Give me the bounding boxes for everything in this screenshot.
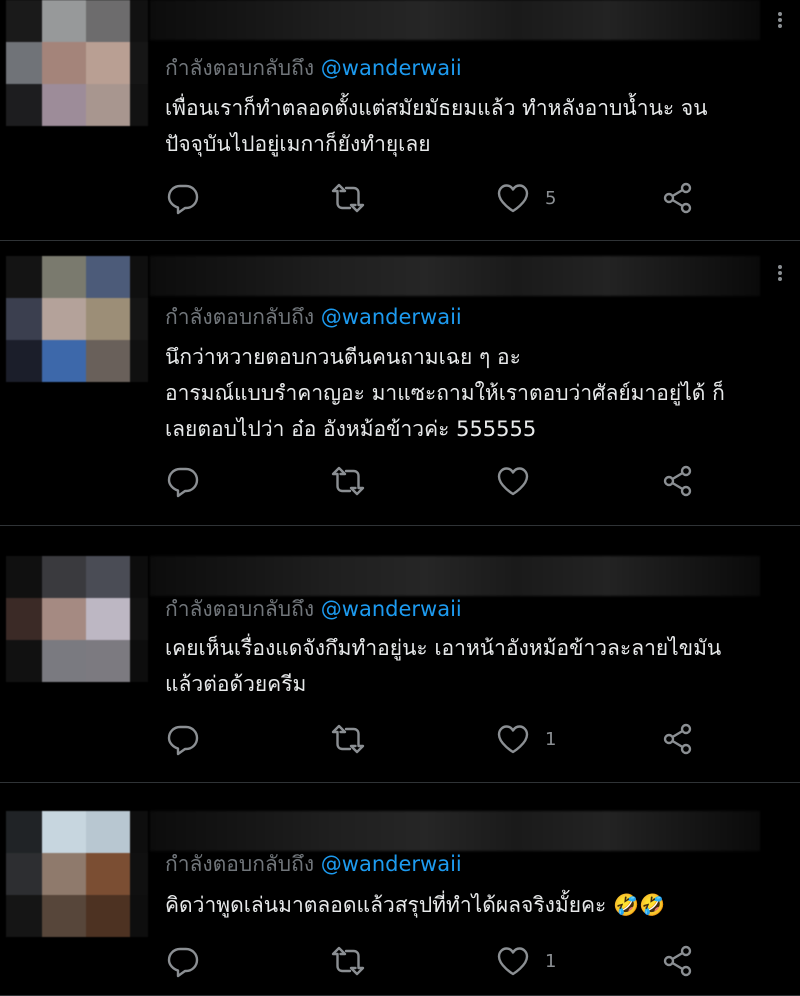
like-count: 5: [545, 187, 557, 209]
tweet-text-line: เคยเห็นเรื่องแดจังกึมทำอยู่นะ เอาหน้าอัง…: [165, 636, 722, 660]
tweet-text: เคยเห็นเรื่องแดจังกึมทำอยู่นะ เอาหน้าอัง…: [165, 630, 800, 702]
retweet-button[interactable]: [330, 463, 366, 499]
reply-button[interactable]: [165, 721, 201, 757]
tweet-text-line: ปัจจุบันไปอยู่เมกาก็ยังทำยุเลย: [165, 132, 431, 156]
author-name-blurred[interactable]: [150, 256, 760, 296]
action-bar: 1: [165, 721, 725, 757]
replying-to: กำลังตอบกลับถึง @wanderwaii: [165, 301, 462, 334]
replying-prefix: กำลังตอบกลับถึง: [165, 597, 315, 621]
like-button[interactable]: 1: [495, 943, 556, 979]
reply-handle-link[interactable]: @wanderwaii: [321, 305, 462, 329]
avatar[interactable]: [6, 811, 148, 937]
share-button[interactable]: [660, 463, 696, 499]
tweet-1[interactable]: กำลังตอบกลับถึง @wanderwaii เพื่อนเราก็ท…: [0, 0, 800, 241]
retweet-button[interactable]: [330, 180, 366, 216]
replying-prefix: กำลังตอบกลับถึง: [165, 56, 315, 80]
retweet-icon: [331, 466, 365, 496]
share-icon: [663, 945, 692, 977]
share-icon: [663, 723, 692, 755]
author-name-blurred[interactable]: [150, 811, 760, 851]
reply-icon: [167, 467, 199, 498]
tweet-text: เพื่อนเราก็ทำตลอดตั้งแต่สมัยมัธยมแล้ว ทำ…: [165, 90, 800, 162]
tweet-text-line: นึกว่าหวายตอบกวนตีนคนถามเฉย ๆ อะ: [165, 345, 521, 369]
action-bar: 1: [165, 943, 725, 979]
reply-handle-link[interactable]: @wanderwaii: [321, 56, 462, 80]
reply-icon: [167, 184, 199, 215]
reply-button[interactable]: [165, 943, 201, 979]
like-count: 1: [545, 728, 557, 750]
reply-button[interactable]: [165, 180, 201, 216]
replying-to: กำลังตอบกลับถึง @wanderwaii: [165, 848, 462, 881]
share-icon: [663, 182, 692, 214]
author-name-blurred[interactable]: [150, 556, 760, 596]
action-bar: 5: [165, 180, 725, 216]
reply-button[interactable]: [165, 463, 201, 499]
retweet-icon: [331, 183, 365, 213]
tweet-4[interactable]: กำลังตอบกลับถึง @wanderwaii คิดว่าพูดเล่…: [0, 783, 800, 996]
replying-to: กำลังตอบกลับถึง @wanderwaii: [165, 593, 462, 626]
avatar[interactable]: [6, 256, 148, 382]
tweet-text-line: อารมณ์แบบรำคาญอะ มาแซะถามให้เราตอบว่าศัล…: [165, 381, 725, 405]
avatar[interactable]: [6, 556, 148, 682]
tweet-text: นึกว่าหวายตอบกวนตีนคนถามเฉย ๆ อะ อารมณ์แ…: [165, 339, 800, 447]
reply-handle-link[interactable]: @wanderwaii: [321, 597, 462, 621]
retweet-icon: [331, 946, 365, 976]
tweet-3[interactable]: กำลังตอบกลับถึง @wanderwaii เคยเห็นเรื่อ…: [0, 526, 800, 783]
reply-icon: [167, 947, 199, 978]
tweet-text-line: เพื่อนเราก็ทำตลอดตั้งแต่สมัยมัธยมแล้ว ทำ…: [165, 96, 708, 120]
like-button[interactable]: [495, 463, 545, 499]
like-button[interactable]: 5: [495, 180, 556, 216]
replying-prefix: กำลังตอบกลับถึง: [165, 852, 315, 876]
replying-prefix: กำลังตอบกลับถึง: [165, 305, 315, 329]
reply-handle-link[interactable]: @wanderwaii: [321, 852, 462, 876]
retweet-button[interactable]: [330, 943, 366, 979]
reply-icon: [167, 725, 199, 756]
avatar[interactable]: [6, 0, 148, 126]
tweet-text-line: แล้วต่อด้วยครีม: [165, 672, 307, 696]
share-button[interactable]: [660, 180, 696, 216]
heart-icon: [497, 725, 529, 754]
tweet-text-line: เลยตอบไปว่า อ๋อ อังหม้อข้าวค่ะ 555555: [165, 417, 537, 441]
like-button[interactable]: 1: [495, 721, 556, 757]
action-bar: [165, 463, 725, 499]
tweet-text-line: คิดว่าพูดเล่นมาตลอดแล้วสรุปที่ทำได้ผลจริ…: [165, 893, 666, 917]
tweet-text: คิดว่าพูดเล่นมาตลอดแล้วสรุปที่ทำได้ผลจริ…: [165, 887, 800, 923]
retweet-icon: [331, 724, 365, 754]
replying-to: กำลังตอบกลับถึง @wanderwaii: [165, 52, 462, 85]
author-name-blurred[interactable]: [150, 0, 760, 40]
tweet-2[interactable]: กำลังตอบกลับถึง @wanderwaii นึกว่าหวายตอ…: [0, 241, 800, 526]
share-button[interactable]: [660, 943, 696, 979]
more-options-icon[interactable]: [774, 10, 786, 30]
share-button[interactable]: [660, 721, 696, 757]
share-icon: [663, 465, 692, 497]
more-options-icon[interactable]: [774, 263, 786, 283]
heart-icon: [497, 184, 529, 213]
heart-icon: [497, 947, 529, 976]
like-count: 1: [545, 950, 557, 972]
heart-icon: [497, 467, 529, 496]
retweet-button[interactable]: [330, 721, 366, 757]
